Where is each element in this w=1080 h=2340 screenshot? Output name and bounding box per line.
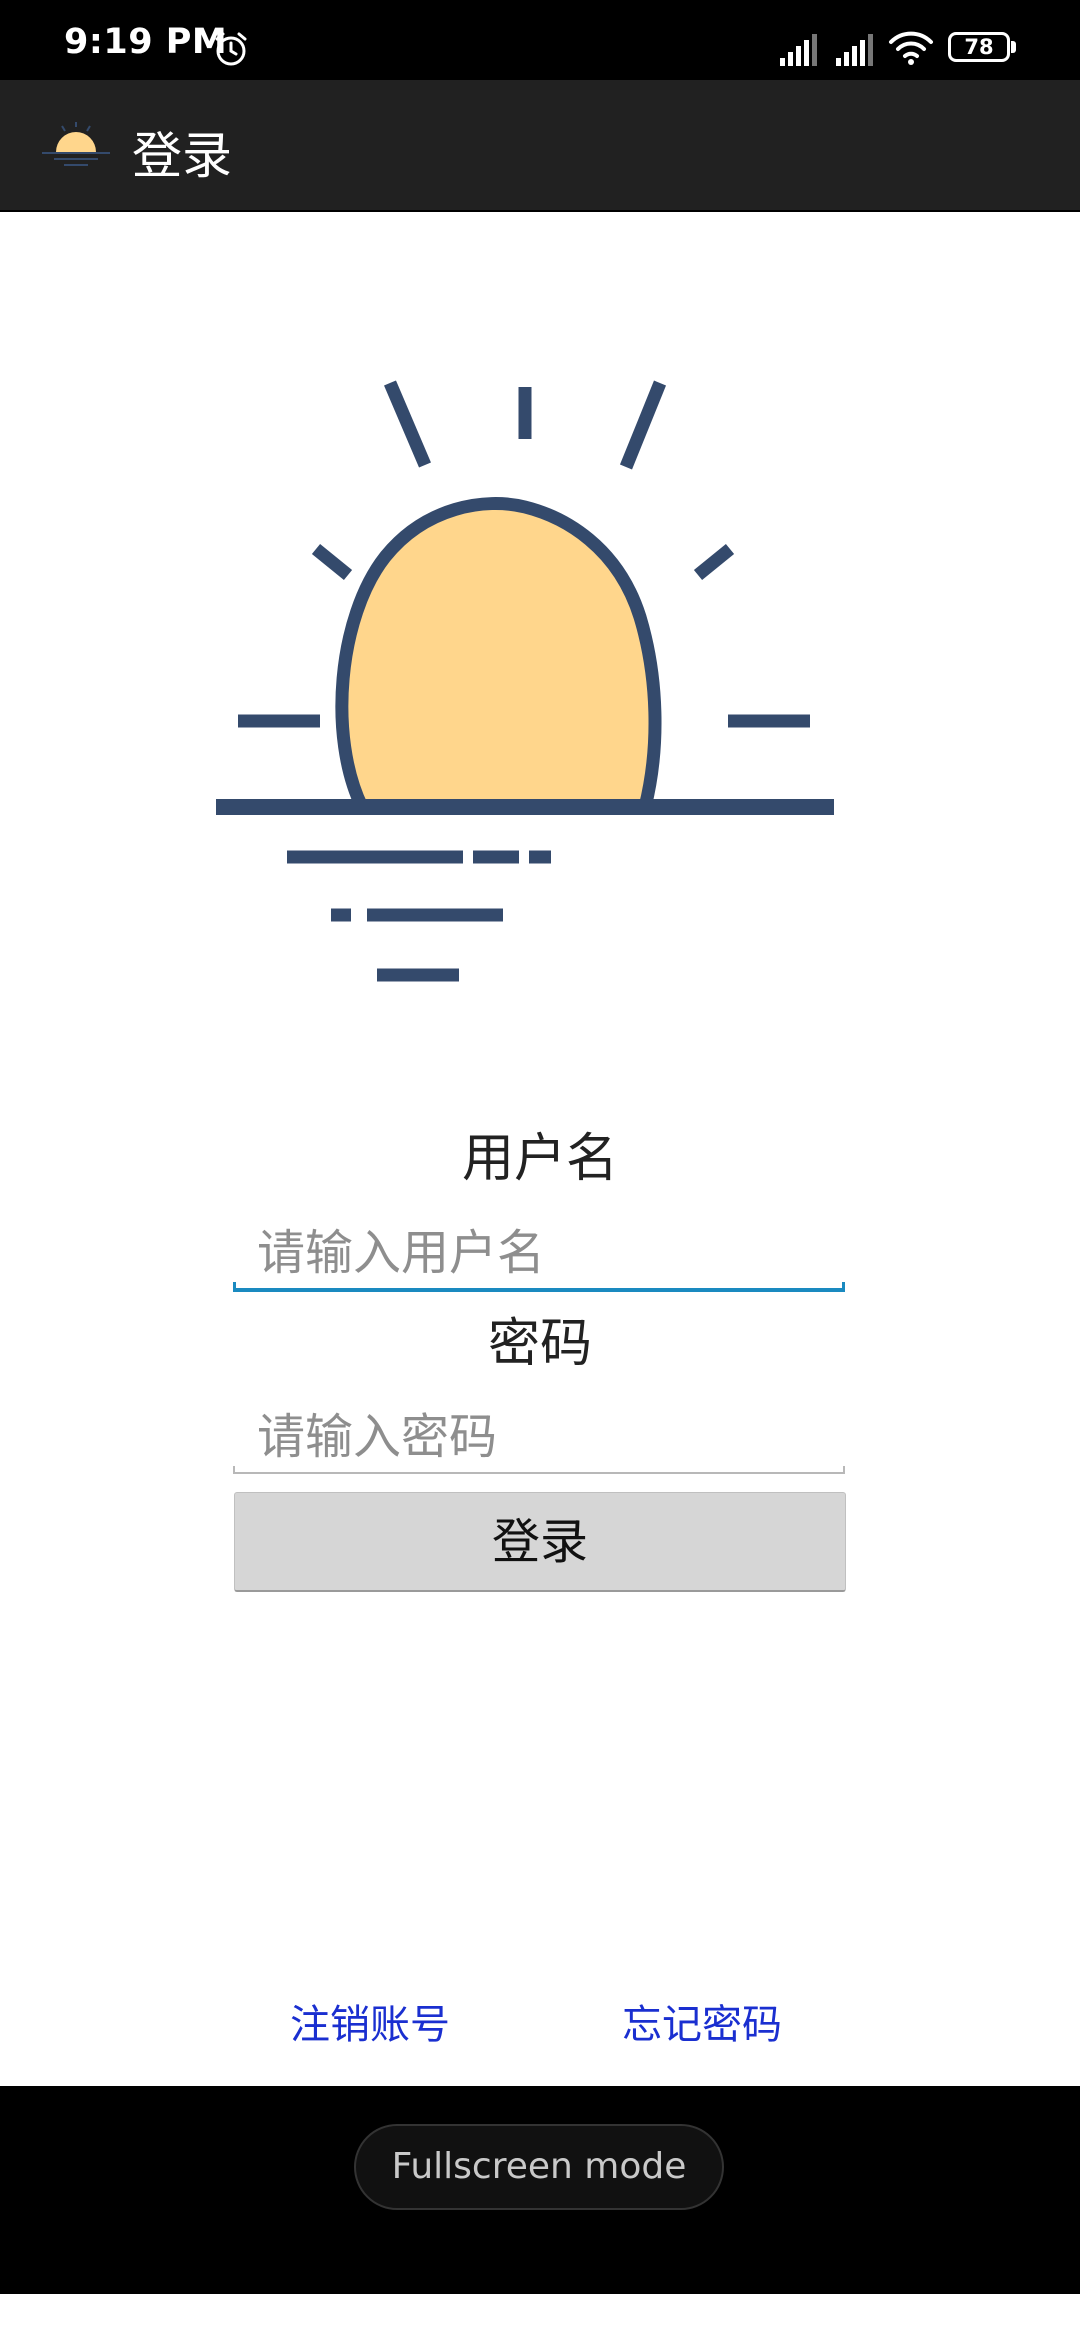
app-bar: 登录 [0,80,1080,210]
app-bar-title: 登录 [132,127,232,185]
signal-icon [836,34,873,66]
signal-icon [780,34,817,66]
fullscreen-mode-button[interactable]: Fullscreen mode [354,2124,724,2210]
login-button[interactable]: 登录 [234,1492,846,1592]
username-label: 用户名 [461,1129,618,1189]
username-field-wrap [233,1218,845,1292]
login-content: 用户名 密码 登录 注销账号 忘记密码 [0,212,1080,2086]
alarm-icon [215,32,247,66]
sunrise-icon [42,122,110,166]
password-label: 密码 [487,1314,592,1374]
sunrise-logo [216,380,834,982]
forgot-password-link[interactable]: 忘记密码 [622,1992,782,2050]
username-input[interactable] [233,1218,845,1288]
password-input[interactable] [233,1402,845,1472]
status-time: 9:19 PM [64,22,228,62]
status-bar: 9:19 PM 78 [0,0,1080,80]
battery-level: 78 [964,35,994,59]
bottom-strip [0,2294,1080,2340]
bottom-system-bar: Fullscreen mode [0,2086,1080,2294]
battery-icon: 78 [948,32,1020,66]
password-field-wrap [233,1402,845,1474]
wifi-icon [889,31,933,65]
deactivate-account-link[interactable]: 注销账号 [290,1992,450,2050]
